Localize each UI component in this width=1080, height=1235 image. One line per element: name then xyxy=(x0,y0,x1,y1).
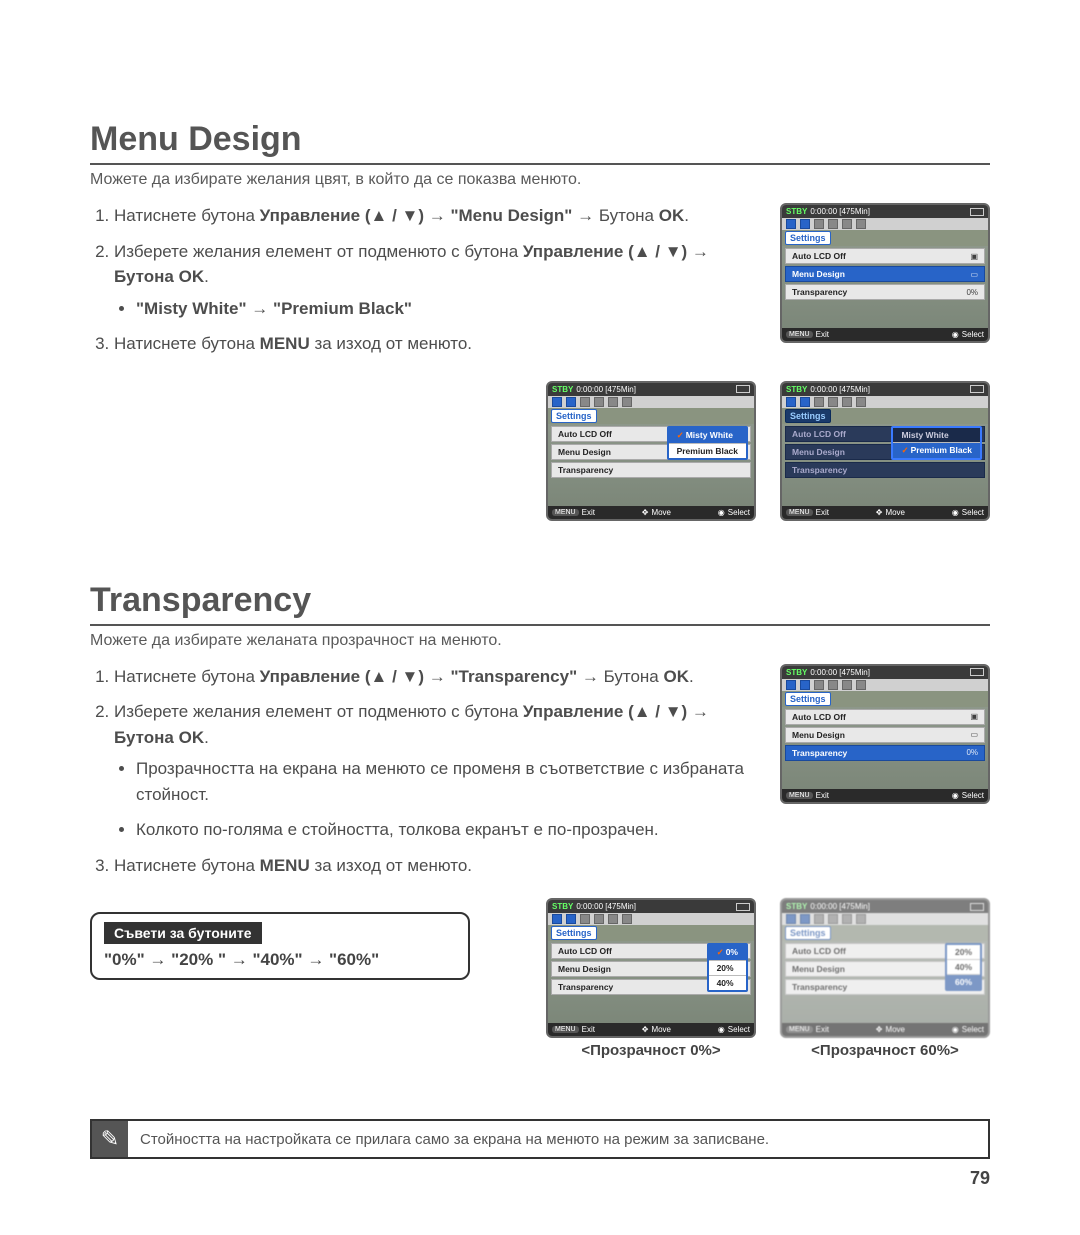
text: . xyxy=(684,206,689,225)
menu-pill: MENU xyxy=(786,331,813,338)
text: OK xyxy=(179,267,205,286)
step3: Натиснете бутона MENU за изход от менюто… xyxy=(114,331,760,357)
tab-settings: Settings xyxy=(785,231,831,245)
caption-trans-60: <Прозрачност 60%> xyxy=(780,1042,990,1059)
tips-box: Съвети за бутоните "0%" → "20% " → "40%"… xyxy=(90,912,470,980)
popup-design-white: ✓Misty White Premium Black xyxy=(667,426,748,460)
bullet-design-options: "Misty White" → "Premium Black" xyxy=(136,296,760,322)
select-label: Select xyxy=(962,330,984,339)
screenshot-premium-black: STBY0:00:00 [475Min] Settings Auto LCD O… xyxy=(780,381,990,521)
page-number: 79 xyxy=(970,1168,990,1189)
step2: Изберете желания елемент от подменюто с … xyxy=(114,699,760,843)
heading-transparency: Transparency xyxy=(90,581,990,626)
popup-trans-0: ✓0% 20% 40% xyxy=(707,943,748,992)
text: Управление xyxy=(523,242,623,261)
note-text: Стойността на настройката се прилага сам… xyxy=(128,1125,781,1154)
tips-label: Съвети за бутоните xyxy=(104,922,262,944)
note-icon: ✎ xyxy=(92,1121,128,1157)
step1: Натиснете бутона Управление (▲ / ▼) → "T… xyxy=(114,664,760,690)
battery-icon xyxy=(970,208,984,216)
intro-transparency: Можете да избирате желаната прозрачност … xyxy=(90,632,990,650)
bullet-trans-2: Колкото по-голяма е стойността, толкова … xyxy=(136,817,760,843)
battery-icon xyxy=(970,668,984,676)
section-menu-design: Menu Design Можете да избирате желания ц… xyxy=(90,120,990,521)
text: Бутона xyxy=(599,206,659,225)
popup-trans-60: 20% 40% 60% xyxy=(945,943,982,991)
text: Натиснете бутона xyxy=(114,334,260,353)
menu-auto-lcd: Auto LCD Off▣ xyxy=(785,248,985,264)
text: MENU xyxy=(260,334,310,353)
bullet-trans-1: Прозрачността на екрана на менюто се про… xyxy=(136,756,760,807)
text: . xyxy=(204,267,209,286)
text: OK xyxy=(659,206,685,225)
rec-time: 0:00:00 [475Min] xyxy=(810,207,870,216)
intro-menu-design: Можете да избирате желания цвят, в който… xyxy=(90,171,990,189)
text: Управление xyxy=(260,206,360,225)
note-bar: ✎ Стойността на настройката се прилага с… xyxy=(90,1119,990,1159)
step3: Натиснете бутона MENU за изход от менюто… xyxy=(114,853,760,879)
caption-trans-0: <Прозрачност 0%> xyxy=(546,1042,756,1059)
popup-design-black: Misty White ✓Premium Black xyxy=(891,426,982,460)
section-transparency: Transparency Можете да избирате желаната… xyxy=(90,581,990,1060)
steps-menu-design: Натиснете бутона Управление (▲ / ▼) → "M… xyxy=(90,203,760,367)
heading-menu-design: Menu Design xyxy=(90,120,990,165)
exit-label: Exit xyxy=(816,330,829,339)
screenshot-trans-60: STBY0:00:00 [475Min] Settings Auto LCD O… xyxy=(780,898,990,1038)
move-label: Move xyxy=(651,508,671,517)
screenshot-settings-main: STBY0:00:00 [475Min] Settings Auto LCD O… xyxy=(780,203,990,343)
screenshot-trans-0: STBY0:00:00 [475Min] Settings Auto LCD O… xyxy=(546,898,756,1038)
steps-transparency: Натиснете бутона Управление (▲ / ▼) → "T… xyxy=(90,664,760,889)
text: Натиснете бутона xyxy=(114,206,260,225)
text: Изберете желания елемент от подменюто с … xyxy=(114,242,523,261)
tips-values: "0%" → "20% " → "40%" → "60%" xyxy=(104,950,456,970)
battery-icon xyxy=(970,385,984,393)
screenshot-misty-white: STBY0:00:00 [475Min] Settings Auto LCD O… xyxy=(546,381,756,521)
menu-transparency: Transparency0% xyxy=(785,284,985,300)
battery-icon xyxy=(736,385,750,393)
step2: Изберете желания елемент от подменюто с … xyxy=(114,239,760,322)
step1: Натиснете бутона Управление (▲ / ▼) → "M… xyxy=(114,203,760,229)
stby-label: STBY xyxy=(786,207,807,216)
text: (▲ / ▼) → "Menu Design" → xyxy=(360,206,599,225)
menu-menu-design: Menu Design▭ xyxy=(785,266,985,282)
screenshot-transparency-main: STBY0:00:00 [475Min] Settings Auto LCD O… xyxy=(780,664,990,804)
text: за изход от менюто. xyxy=(310,334,472,353)
